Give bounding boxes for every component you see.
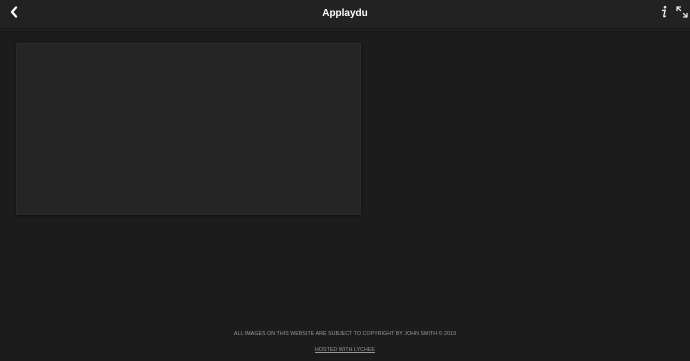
header-bar: Applaydu [0, 0, 690, 29]
photo-thumbnail[interactable] [16, 43, 361, 215]
info-button[interactable] [657, 5, 671, 24]
chevron-left-icon [9, 5, 19, 23]
expand-icon [676, 5, 688, 23]
info-icon [659, 5, 669, 24]
copyright-text: ALL IMAGES ON THIS WEBSITE ARE SUBJECT T… [233, 331, 457, 337]
footer: ALL IMAGES ON THIS WEBSITE ARE SUBJECT T… [0, 330, 690, 356]
page-title: Applaydu [322, 8, 368, 19]
fullscreen-button[interactable] [675, 5, 689, 23]
back-button[interactable] [5, 4, 23, 24]
hosted-with-lychee-link[interactable]: HOSTED WITH LYCHEE [315, 346, 375, 354]
